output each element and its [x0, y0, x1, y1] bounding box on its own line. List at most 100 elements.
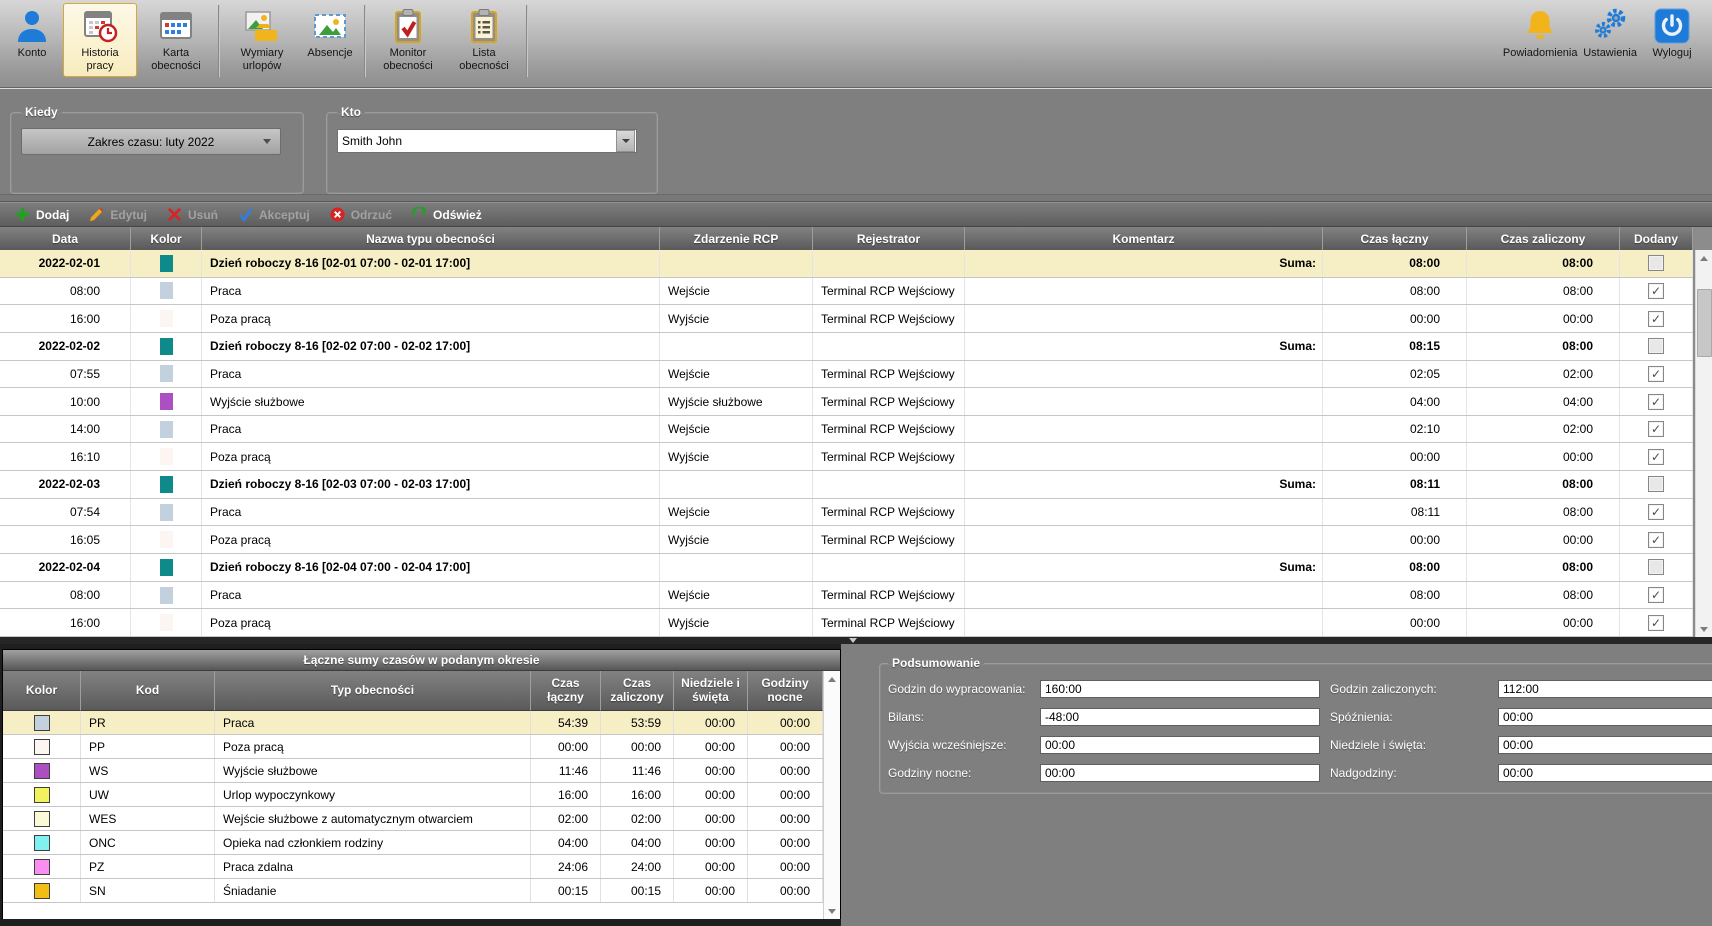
summary-input-godzin-do-wypracowania[interactable] [1040, 680, 1320, 698]
toolbar-item-absencje[interactable]: Absencje [301, 3, 359, 64]
color-swatch [160, 587, 173, 604]
summary-label-godzin-zaliczonych: Godzin zaliczonych: [1330, 682, 1488, 696]
totals-row[interactable]: UWUrlop wypoczynkowy16:0016:0000:0000:00 [3, 783, 823, 807]
dodany-checkbox[interactable] [1648, 394, 1664, 410]
cell-rcp-event: Wejście [660, 416, 813, 443]
table-row[interactable]: 07:54PracaWejścieTerminal RCP Wejściowy0… [0, 499, 1693, 527]
column-header-czas-laczny[interactable]: Czas łączny [1323, 227, 1467, 250]
kto-group: Kto Smith John [326, 105, 658, 194]
table-row[interactable]: 2022-02-01Dzień roboczy 8-16 [02-01 07:0… [0, 250, 1693, 278]
totals-column-header-czas-laczny[interactable]: Czas łączny [531, 671, 601, 711]
totals-column-header-kolor[interactable]: Kolor [3, 671, 81, 711]
toolbar-item-konto[interactable]: Konto [3, 3, 61, 64]
totals-scrollbar[interactable] [823, 671, 840, 919]
summary-input-bilans[interactable] [1040, 708, 1320, 726]
dodany-checkbox[interactable] [1648, 504, 1664, 520]
toolbar-item-monitor-obecnosci[interactable]: Monitor obecności [371, 3, 445, 77]
totals-column-header-godziny-nocne[interactable]: Godziny nocne [748, 671, 823, 711]
totals-column-header-typ-obecnosci[interactable]: Typ obecności [215, 671, 531, 711]
splitter-handle[interactable] [849, 638, 857, 643]
table-row[interactable]: 2022-02-03Dzień roboczy 8-16 [02-03 07:0… [0, 471, 1693, 499]
action-odswiez-button[interactable]: Odśwież [403, 206, 491, 223]
cell-total-time: 08:00 [1323, 278, 1467, 305]
cell-attendance-type: Dzień roboczy 8-16 [02-03 07:00 - 02-03 … [202, 471, 660, 498]
column-header-rejestrator[interactable]: Rejestrator [813, 227, 965, 250]
column-header-czas-zaliczony[interactable]: Czas zaliczony [1467, 227, 1620, 250]
toolbar-item-lista-obecnosci[interactable]: Lista obecności [447, 3, 521, 77]
combobox-dropdown-button[interactable] [616, 130, 635, 152]
totals-row[interactable]: WESWejście służbowe z automatycznym otwa… [3, 807, 823, 831]
cell-data: 2022-02-04 [0, 554, 131, 581]
toolbar-item-ustawienia[interactable]: Ustawienia [1579, 3, 1641, 64]
dodany-checkbox[interactable] [1648, 559, 1664, 575]
cell-added [1620, 582, 1693, 609]
action-label: Edytuj [110, 208, 147, 222]
toolbar-item-historia-pracy[interactable]: Historia pracy [63, 3, 137, 77]
column-header-komentarz[interactable]: Komentarz [965, 227, 1323, 250]
toolbar-item-powiadomienia[interactable]: Powiadomienia [1503, 3, 1577, 64]
totals-row[interactable]: PRPraca54:3953:5900:0000:00 [3, 711, 823, 735]
person-combobox[interactable]: Smith John [337, 129, 637, 153]
totals-row[interactable]: SNŚniadanie00:1500:1500:0000:00 [3, 879, 823, 903]
toolbar-item-wyloguj[interactable]: Wyloguj [1643, 3, 1701, 64]
scroll-down-button[interactable] [1696, 621, 1712, 637]
dodany-checkbox[interactable] [1648, 283, 1664, 299]
dodany-checkbox[interactable] [1648, 449, 1664, 465]
totals-row[interactable]: WSWyjście służbowe11:4611:4600:0000:00 [3, 759, 823, 783]
column-header-dodany[interactable]: Dodany [1620, 227, 1693, 250]
dodany-checkbox[interactable] [1648, 311, 1664, 327]
action-dodaj-button[interactable]: Dodaj [6, 206, 78, 223]
toolbar-item-wymiary-urlopow[interactable]: Wymiary urlopów [225, 3, 299, 77]
totals-row[interactable]: ONCOpieka nad członkiem rodziny04:0004:0… [3, 831, 823, 855]
time-range-dropdown[interactable]: Zakres czasu: luty 2022 [21, 128, 281, 155]
cell-added [1620, 305, 1693, 332]
table-row[interactable]: 16:10Poza pracąWyjścieTerminal RCP Wejśc… [0, 443, 1693, 471]
totals-column-header-niedziele-i-swieta[interactable]: Niedziele i święta [674, 671, 748, 711]
table-row[interactable]: 07:55PracaWejścieTerminal RCP Wejściowy0… [0, 361, 1693, 389]
dodany-checkbox[interactable] [1648, 421, 1664, 437]
totals-column-header-kod[interactable]: Kod [81, 671, 215, 711]
scroll-up-button[interactable] [1696, 250, 1712, 266]
summary-input-wyjscia-wczesniejsze[interactable] [1040, 736, 1320, 754]
summary-input-nadgodziny[interactable] [1498, 764, 1712, 782]
table-row[interactable]: 2022-02-04Dzień roboczy 8-16 [02-04 07:0… [0, 554, 1693, 582]
column-header-zdarzenie-rcp[interactable]: Zdarzenie RCP [660, 227, 813, 250]
dodany-checkbox[interactable] [1648, 338, 1664, 354]
cell-attendance-type: Dzień roboczy 8-16 [02-02 07:00 - 02-02 … [202, 333, 660, 360]
table-row[interactable]: 2022-02-02Dzień roboczy 8-16 [02-02 07:0… [0, 333, 1693, 361]
scrollbar-thumb[interactable] [1697, 289, 1712, 357]
scroll-up-button[interactable] [824, 671, 840, 687]
attendance-history-table: DataKolorNazwa typu obecnościZdarzenie R… [0, 227, 1712, 637]
summary-input-niedziele-i-swieta[interactable] [1498, 736, 1712, 754]
totals-row[interactable]: PPPoza pracą00:0000:0000:0000:00 [3, 735, 823, 759]
table-row[interactable]: 08:00PracaWejścieTerminal RCP Wejściowy0… [0, 278, 1693, 306]
table-row[interactable]: 08:00PracaWejścieTerminal RCP Wejściowy0… [0, 582, 1693, 610]
summary-input-godziny-nocne[interactable] [1040, 764, 1320, 782]
dodany-checkbox[interactable] [1648, 615, 1664, 631]
toolbar-item-karta-obecnosci[interactable]: Karta obecności [139, 3, 213, 77]
table-row[interactable]: 16:00Poza pracąWyjścieTerminal RCP Wejśc… [0, 305, 1693, 333]
table-row[interactable]: 10:00Wyjście służboweWyjście służboweTer… [0, 388, 1693, 416]
column-header-kolor[interactable]: Kolor [131, 227, 202, 250]
totals-row[interactable]: PZPraca zdalna24:0624:0000:0000:00 [3, 855, 823, 879]
column-header-data[interactable]: Data [0, 227, 131, 250]
dodany-checkbox[interactable] [1648, 587, 1664, 603]
cell-color [3, 807, 81, 830]
table-row[interactable]: 16:00Poza pracąWyjścieTerminal RCP Wejśc… [0, 609, 1693, 637]
dodany-checkbox[interactable] [1648, 255, 1664, 271]
dodany-checkbox[interactable] [1648, 476, 1664, 492]
dodany-checkbox[interactable] [1648, 532, 1664, 548]
table-row[interactable]: 14:00PracaWejścieTerminal RCP Wejściowy0… [0, 416, 1693, 444]
summary-input-spoznienia[interactable] [1498, 708, 1712, 726]
table-row[interactable]: 16:05Poza pracąWyjścieTerminal RCP Wejśc… [0, 526, 1693, 554]
totals-column-header-czas-zaliczony[interactable]: Czas zaliczony [601, 671, 674, 711]
cell-sundays-holidays: 00:00 [674, 735, 748, 758]
action-usun-button: Usuń [158, 206, 227, 223]
summary-input-godzin-zaliczonych[interactable] [1498, 680, 1712, 698]
vertical-scrollbar[interactable] [1695, 250, 1712, 637]
column-header-nazwa-typu-obecnosci[interactable]: Nazwa typu obecności [202, 227, 660, 250]
cell-color [3, 735, 81, 758]
top-toolbar: KontoHistoria pracyKarta obecnościWymiar… [0, 0, 1712, 88]
cell-night-hours: 00:00 [748, 759, 823, 782]
dodany-checkbox[interactable] [1648, 366, 1664, 382]
